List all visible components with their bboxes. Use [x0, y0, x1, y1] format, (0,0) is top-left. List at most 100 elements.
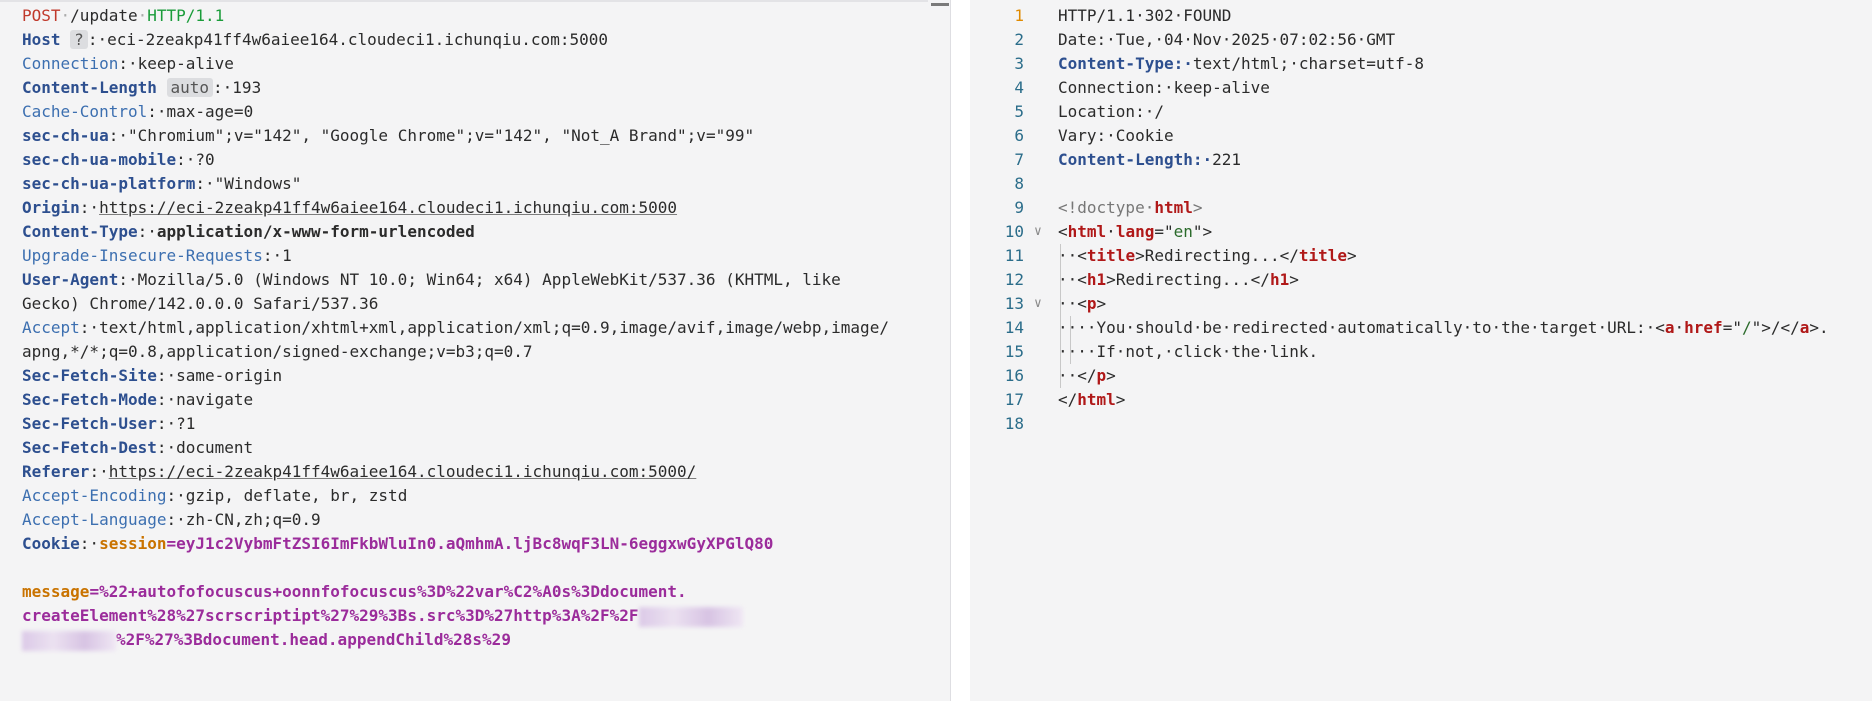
punctuation [157, 78, 167, 97]
code-text: > [1106, 366, 1116, 385]
request-path[interactable]: /update [70, 6, 137, 25]
response-line[interactable]: 18 [970, 412, 1872, 436]
header-row[interactable]: User-Agent:·Mozilla/5.0 (Windows NT 10.0… [22, 268, 922, 292]
header-badge[interactable]: ? [70, 30, 88, 49]
header-row-continued: Gecko) Chrome/142.0.0.0 Safari/537.36 [22, 292, 922, 316]
header-key: Sec-Fetch-Dest [22, 438, 157, 457]
header-row[interactable]: sec-ch-ua:·"Chromium";v="142", "Google C… [22, 124, 922, 148]
line-number: 14 [1004, 318, 1024, 337]
punctuation: :· [156, 366, 177, 385]
response-line[interactable]: 7 Content-Length:·221 [970, 148, 1872, 172]
response-line[interactable]: 13 ∨ ··<p> [970, 292, 1872, 316]
response-viewer[interactable]: 1 HTTP/1.1·302·FOUND 2 Date:·Tue,·04·Nov·20… [970, 0, 1872, 701]
punctuation: :· [87, 30, 108, 49]
header-row[interactable]: Cache-Control:·max-age=0 [22, 100, 922, 124]
header-row[interactable]: sec-ch-ua-mobile:·?0 [22, 148, 922, 172]
header-row[interactable]: Accept-Encoding:·gzip, deflate, br, zstd [22, 484, 922, 508]
header-value[interactable]: https://eci-2zeakp41ff4w6aiee164.cloudec… [99, 198, 677, 217]
header-value[interactable]: https://eci-2zeakp41ff4w6aiee164.cloudec… [109, 462, 697, 481]
header-value: 1 [282, 246, 292, 265]
header-value: "Windows" [214, 174, 302, 193]
header-row[interactable]: Upgrade-Insecure-Requests:·1 [22, 244, 922, 268]
cookie-value[interactable]: eyJ1c2VybmFtZSI6ImFkbWluIn0.aQmhmA.ljBc8… [176, 534, 773, 553]
response-line[interactable]: 10 ∨ <html·lang="en"> [970, 220, 1872, 244]
header-key: sec-ch-ua [22, 126, 109, 145]
code-content: Location:·/ [1058, 100, 1164, 124]
code-text: =" [1154, 222, 1174, 241]
code-content: Content-Type:·text/html;·charset=utf-8 [1058, 52, 1424, 76]
header-row[interactable]: Connection:·keep-alive [22, 52, 922, 76]
response-line[interactable]: 8 [970, 172, 1872, 196]
header-row[interactable]: Accept:·text/html,application/xhtml+xml,… [22, 316, 922, 340]
header-row[interactable]: Content-Type:·application/x-www-form-url… [22, 220, 922, 244]
code-text: "> [1192, 222, 1213, 241]
code-text: =" [1722, 318, 1742, 337]
code-text: > [1289, 270, 1299, 289]
response-line[interactable]: 1 HTTP/1.1·302·FOUND [970, 4, 1872, 28]
response-header-value: keep-alive [1173, 78, 1270, 97]
fold-chevron-icon[interactable]: ∨ [1034, 292, 1042, 316]
code-content: </html> [1058, 388, 1125, 412]
line-number: 18 [1004, 414, 1024, 433]
response-line[interactable]: 5 Location:·/ [970, 100, 1872, 124]
fold-chevron-icon[interactable]: ∨ [1034, 220, 1042, 244]
request-lines[interactable]: POST·/update·HTTP/1.1 Host ?:·eci-2zeakp4… [22, 4, 922, 652]
cookie-name[interactable]: session [99, 534, 166, 553]
header-row[interactable]: Sec-Fetch-User:·?1 [22, 412, 922, 436]
header-row[interactable]: Sec-Fetch-Dest:·document [22, 436, 922, 460]
header-badge[interactable]: auto [166, 78, 214, 97]
header-row[interactable]: Sec-Fetch-Site:·same-origin [22, 364, 922, 388]
response-line[interactable]: 3 Content-Type:·text/html;·charset=utf-8 [970, 52, 1872, 76]
header-value: ?0 [195, 150, 215, 169]
header-row[interactable]: Sec-Fetch-Mode:·navigate [22, 388, 922, 412]
http-protocol: HTTP/1.1 [147, 6, 225, 25]
line-number: 2 [1014, 30, 1024, 49]
code-text: ··< [1058, 294, 1087, 313]
header-row[interactable]: Content-Length auto:·193 [22, 76, 922, 100]
response-line[interactable]: 12 ··<h1>Redirecting...</h1> [970, 268, 1872, 292]
body-line[interactable]: message=%22+autofofocuscus+oonnfofocuscu… [22, 580, 922, 604]
body-line[interactable]: createElement%28%27scrscriptipt%27%29%3B… [22, 604, 922, 628]
code-text: :· [1096, 30, 1116, 49]
header-row[interactable]: Accept-Language:·zh-CN,zh;q=0.9 [22, 508, 922, 532]
body-param-name[interactable]: message [22, 582, 89, 601]
request-scrollbar[interactable] [928, 0, 950, 701]
response-line[interactable]: 2 Date:·Tue,·04·Nov·2025·07:02:56·GMT [970, 28, 1872, 52]
response-line[interactable]: 15 ····If·not,·click·the·link. [970, 340, 1872, 364]
header-row[interactable]: Host ?:·eci-2zeakp41ff4w6aiee164.cloudec… [22, 28, 922, 52]
code-content: ····If·not,·click·the·link. [1058, 340, 1318, 364]
html-tag: title [1298, 246, 1348, 265]
header-row[interactable]: Origin:·https://eci-2zeakp41ff4w6aiee164… [22, 196, 922, 220]
response-line[interactable]: 17 </html> [970, 388, 1872, 412]
html-tag: a [1664, 318, 1675, 337]
line-number: 16 [1004, 366, 1024, 385]
request-editor[interactable]: POST·/update·HTTP/1.1 Host ?:·eci-2zeakp4… [0, 0, 928, 701]
header-row[interactable]: sec-ch-ua-platform:·"Windows" [22, 172, 922, 196]
scroll-thumb[interactable] [931, 3, 949, 6]
code-text: < [1655, 318, 1665, 337]
punctuation: :· [156, 414, 177, 433]
code-text: :· [1135, 102, 1155, 121]
href-value[interactable]: / [1742, 318, 1752, 337]
body-line[interactable]: %2F%27%3Bdocument.head.appendChild%28s%2… [22, 628, 922, 652]
response-line[interactable]: 4 Connection:·keep-alive [970, 76, 1872, 100]
header-key: Cache-Control [22, 102, 148, 121]
response-line[interactable]: 14 ····You·should·be·redirected·automatic… [970, 316, 1872, 340]
response-line[interactable]: 16 ··</p> [970, 364, 1872, 388]
punctuation: :· [108, 126, 128, 145]
response-line[interactable]: 11 ··<title>Redirecting...</title> [970, 244, 1872, 268]
request-top-border [0, 0, 928, 2]
response-lines[interactable]: 1 HTTP/1.1·302·FOUND 2 Date:·Tue,·04·Nov·20… [970, 4, 1872, 436]
body-param-value[interactable]: %22+autofofocuscus+oonnfofocuscus%3D%22v… [99, 582, 687, 601]
doctype: <!doctype·html> [1058, 198, 1203, 217]
response-line[interactable]: 9 <!doctype·html> [970, 196, 1872, 220]
punctuation: :· [118, 54, 138, 73]
response-line[interactable]: 6 Vary:·Cookie [970, 124, 1872, 148]
cookie-row[interactable]: Cookie:·session=eyJ1c2VybmFtZSI6ImFkbWlu… [22, 532, 922, 556]
header-row[interactable]: Referer:·https://eci-2zeakp41ff4w6aiee16… [22, 460, 922, 484]
link-text[interactable]: / [1771, 318, 1781, 337]
request-line[interactable]: POST·/update·HTTP/1.1 [22, 4, 922, 28]
body-param-value-cont[interactable]: createElement%28%27scrscriptipt%27%29%3B… [22, 606, 639, 625]
body-param-value-end[interactable]: %2F%27%3Bdocument.head.appendChild%28s%2… [116, 630, 511, 649]
pane-divider[interactable] [950, 0, 971, 701]
